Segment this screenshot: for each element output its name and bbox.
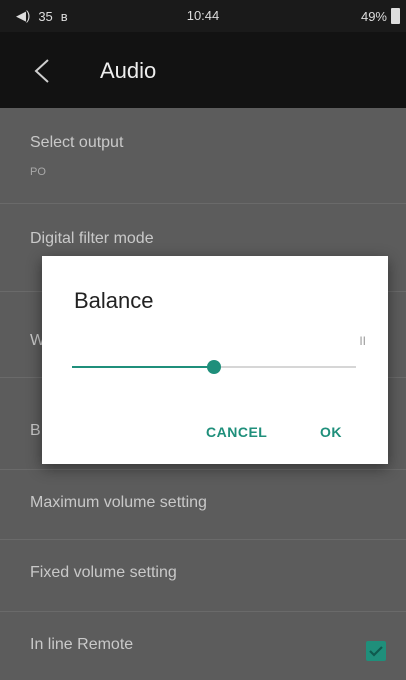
setting-title: Select output [30,134,124,151]
battery-percent: 49% [360,8,387,24]
setting-subtitle: PO [30,166,46,178]
setting-maximum-volume[interactable]: Maximum volume setting [0,470,406,540]
setting-fixed-volume[interactable]: Fixed volume setting [0,540,406,612]
setting-in-line-remote[interactable]: In line Remote [0,612,406,680]
cancel-button[interactable]: CANCEL [206,424,267,440]
status-bar: ◀) 35 ʙ 10:44 49% [0,0,406,32]
slider-fill [72,366,214,368]
setting-title: Fixed volume setting [30,564,177,581]
setting-title: B [30,422,41,439]
battery-icon [391,8,400,24]
slider-value: II [359,334,366,348]
slider-thumb[interactable] [207,360,221,374]
balance-slider[interactable] [72,360,356,374]
back-arrow-icon[interactable] [26,54,60,88]
app-bar: Audio [0,32,406,108]
checkbox-checked-icon[interactable] [366,641,386,661]
setting-title: Digital filter mode [30,230,154,247]
setting-title: Maximum volume setting [30,494,207,511]
page-title: Audio [100,58,157,83]
balance-dialog: Balance II CANCEL OK [42,256,388,464]
status-right: 49% [361,8,400,24]
ok-button[interactable]: OK [320,424,342,440]
setting-select-output[interactable]: Select output PO [0,108,406,204]
status-time: 10:44 [186,8,220,23]
dialog-title: Balance [74,288,154,313]
setting-title: In line Remote [30,636,134,653]
